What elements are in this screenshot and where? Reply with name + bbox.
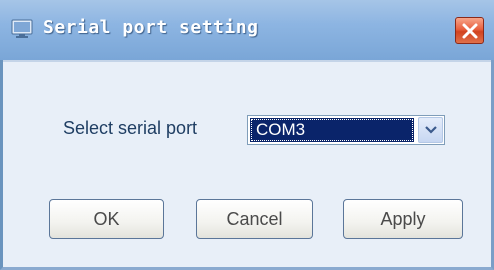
cancel-button[interactable]: Cancel bbox=[196, 199, 313, 239]
title-bar[interactable]: Serial port setting bbox=[0, 0, 494, 60]
chevron-down-icon bbox=[425, 126, 437, 134]
serial-port-dialog: Serial port setting Select serial port C… bbox=[0, 0, 494, 270]
dialog-body: Select serial port COM3 OK Cancel Apply bbox=[3, 60, 491, 267]
close-button[interactable] bbox=[455, 17, 484, 44]
serial-port-select[interactable]: COM3 bbox=[247, 115, 445, 145]
monitor-icon bbox=[11, 19, 33, 39]
apply-button[interactable]: Apply bbox=[343, 199, 463, 239]
close-icon bbox=[462, 23, 478, 39]
serial-port-selected-value: COM3 bbox=[250, 118, 414, 142]
dropdown-button[interactable] bbox=[418, 117, 443, 143]
window-title: Serial port setting bbox=[43, 17, 259, 38]
serial-port-label: Select serial port bbox=[63, 118, 198, 138]
ok-button[interactable]: OK bbox=[49, 199, 164, 239]
divider bbox=[3, 60, 491, 62]
